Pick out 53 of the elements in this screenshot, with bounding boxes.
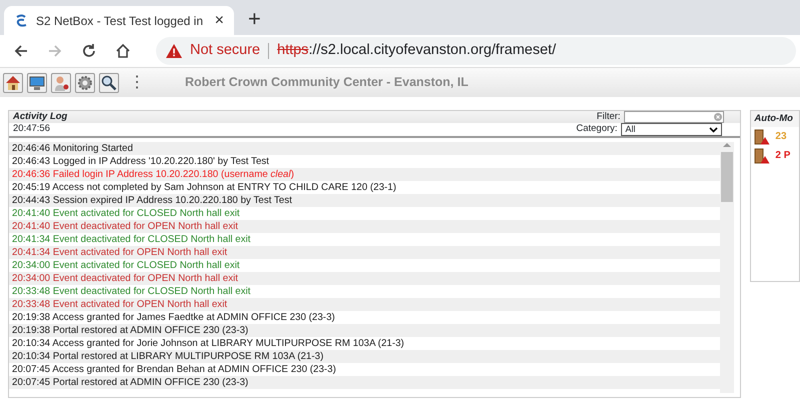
log-entry: 20:41:34 Event deactivated for CLOSED North hall exit [11, 233, 252, 246]
filter-field[interactable] [624, 111, 724, 123]
monitor-count: 2 P [775, 149, 790, 164]
reload-icon [81, 43, 97, 59]
log-entry: 20:46:46 Monitoring Started [9, 142, 720, 155]
log-entry: 20:34:00 Event activated for CLOSED North hall exit [11, 259, 241, 272]
door-alarm-icon [754, 128, 770, 145]
log-entry: 20:44:43 Session expired IP Address 10.20.220.180 by Test Test [9, 194, 720, 207]
scrollbar-thumb[interactable] [721, 152, 734, 202]
scrollbar[interactable] [720, 142, 734, 393]
close-tab-button[interactable]: × [214, 8, 224, 32]
chevron-down-icon [709, 126, 718, 132]
category-select[interactable]: All [621, 123, 722, 136]
log-entry: 20:19:38 Portal restored at ADMIN OFFICE 230 (23-3) [9, 324, 720, 337]
log-entry: 20:07:45 Portal restored at ADMIN OFFICE 230 (23-3) [9, 376, 720, 389]
url-text: https://s2.local.cityofevanston.org/frameset/ [277, 41, 556, 60]
browser-tab[interactable]: S2 NetBox - Test Test logged in × [4, 6, 234, 35]
new-tab-button[interactable]: + [248, 8, 261, 33]
panel-title: Auto-Mo [751, 111, 799, 128]
home-icon[interactable] [3, 72, 23, 92]
log-entry: 20:33:48 Event activated for OPEN North hall exit [9, 298, 720, 311]
address-bar[interactable]: Not secure https://s2.local.cityofevanston.org/frameset/ [156, 37, 796, 65]
category-label: Category: [576, 122, 618, 136]
panel-title: Activity Log [13, 111, 68, 124]
site-title: Robert Crown Community Center - Evanston, IL [185, 74, 468, 92]
person-icon[interactable] [51, 72, 71, 92]
log-entry: 20:45:19 Access not completed by Sam Johnson at ENTRY TO CHILD CARE 120 (23-1) [11, 181, 398, 194]
log-entry: 20:41:40 Event deactivated for OPEN North hall exit [9, 220, 720, 233]
home-icon [115, 43, 131, 59]
door-alarm-icon [754, 148, 770, 164]
log-entry: 20:10:34 Access granted for Jorie Johnson at LIBRARY MULTIPURPOSE RM 103A (21-3) [11, 337, 406, 350]
filter-label: Filter: [596, 111, 620, 124]
log-entry: 20:33:48 Event deactivated for CLOSED North hall exit [11, 285, 252, 298]
logo-icon [14, 14, 28, 28]
log-entry: 20:19:38 Access granted for James Faedtke at ADMIN OFFICE 230 (23-3) [11, 311, 336, 324]
back-arrow-icon [13, 43, 29, 59]
monitor-count: 23 [775, 130, 787, 144]
search-icon[interactable] [99, 72, 119, 92]
monitor-icon[interactable] [27, 72, 47, 92]
clock-text: 20:47:56 [13, 122, 51, 136]
log-entry: 20:07:45 Access granted for Brendan Behan at ADMIN OFFICE 230 (23-3) [11, 363, 338, 376]
warning-icon [166, 44, 182, 58]
security-label: Not secure [190, 41, 260, 60]
log-entry: 20:34:00 Event deactivated for OPEN North hall exit [9, 272, 720, 285]
log-entry: 20:41:40 Event activated for CLOSED North hall exit [11, 207, 241, 220]
tab-title: S2 NetBox - Test Test logged in [36, 12, 204, 30]
log-entry: 20:41:34 Event activated for OPEN North hall exit [9, 246, 720, 259]
forward-arrow-icon [47, 43, 63, 59]
log-entry: 20:46:43 Logged in IP Address '10.20.220.180' by Test Test [11, 155, 270, 168]
settings-icon[interactable] [75, 72, 95, 92]
log-entry: 20:10:34 Portal restored at LIBRARY MULTIPURPOSE RM 103A (21-3) [9, 350, 720, 363]
log-entry: 20:46:36 Failed login IP Address 10.20.220.180 (username cleal) [9, 168, 720, 181]
more-button[interactable]: ⋮ [123, 74, 151, 90]
